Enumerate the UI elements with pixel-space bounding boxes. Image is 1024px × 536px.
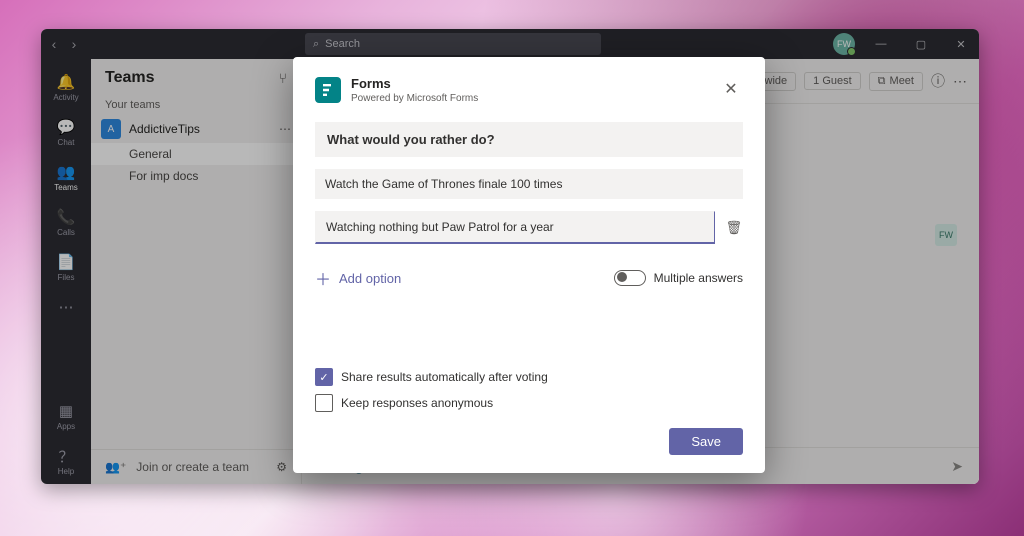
people-add-icon: 👥⁺ [105, 460, 126, 474]
checkbox-unchecked-icon [315, 394, 333, 412]
rail-label: Apps [57, 422, 75, 431]
checkbox-checked-icon: ✓ [315, 368, 333, 386]
rail-item-activity[interactable]: 🔔 Activity [41, 65, 91, 110]
modal-title: Forms [351, 77, 478, 91]
team-more-icon[interactable]: ⋯ [279, 122, 291, 136]
video-icon: ⧉ [878, 75, 886, 88]
trash-icon: 🗑 [726, 220, 743, 236]
more-icon[interactable]: ⋯ [953, 73, 967, 90]
gear-icon[interactable]: ⚙ [276, 460, 287, 474]
nav-back-button[interactable]: ‹ [45, 35, 63, 53]
channel-imp-docs[interactable]: For imp docs [91, 165, 301, 187]
rail-item-calls[interactable]: 📞 Calls [41, 200, 91, 245]
rail-item-files[interactable]: 📄 Files [41, 245, 91, 290]
window-close-button[interactable]: ✕ [947, 34, 975, 54]
team-name: AddictiveTips [129, 122, 200, 136]
forms-modal: Forms Powered by Microsoft Forms ✕ 🗑 ＋ A… [293, 57, 765, 473]
poll-question-input[interactable] [315, 122, 743, 157]
rail-item-chat[interactable]: 💬 Chat [41, 110, 91, 155]
toggle-knob [617, 272, 627, 282]
rail-label: Teams [54, 183, 78, 192]
delete-option-button[interactable]: 🗑 [725, 219, 743, 237]
multiple-answers-toggle[interactable] [614, 270, 646, 286]
rail-label: Files [58, 273, 75, 282]
guest-label: 1 Guest [813, 75, 852, 87]
modal-close-button[interactable]: ✕ [719, 77, 743, 101]
team-avatar: A [101, 119, 121, 139]
apps-icon: ▦ [57, 402, 75, 420]
channel-general[interactable]: General [91, 143, 301, 165]
teams-icon: 👥 [57, 163, 75, 181]
your-teams-label: Your teams [91, 93, 301, 115]
rail-label: Calls [57, 228, 75, 237]
search-icon: ⌕ [313, 38, 319, 51]
join-create-team[interactable]: 👥⁺ Join or create a team ⚙ [91, 449, 301, 484]
rail-item-teams[interactable]: 👥 Teams [41, 155, 91, 200]
rail-item-more[interactable]: ⋯ [41, 290, 91, 324]
ellipsis-icon: ⋯ [57, 298, 75, 316]
channel-label: For imp docs [129, 169, 198, 183]
search-placeholder: Search [325, 38, 360, 50]
keep-anonymous-checkbox[interactable]: Keep responses anonymous [315, 394, 743, 412]
info-icon[interactable]: ⓘ [931, 71, 945, 91]
phone-icon: 📞 [57, 208, 75, 226]
share-results-checkbox[interactable]: ✓ Share results automatically after voti… [315, 368, 743, 386]
add-option-label: Add option [339, 271, 401, 286]
rail-label: Help [58, 467, 74, 476]
help-icon: ？ [57, 447, 75, 465]
bell-icon: 🔔 [57, 73, 75, 91]
poll-option-2-input[interactable] [315, 211, 715, 244]
teams-panel: Teams ⑂ Your teams A AddictiveTips ⋯ Gen… [91, 59, 302, 484]
rail-label: Activity [53, 93, 78, 102]
file-icon: 📄 [57, 253, 75, 271]
avatar[interactable]: FW [833, 33, 855, 55]
keep-anonymous-label: Keep responses anonymous [341, 396, 493, 410]
share-results-label: Share results automatically after voting [341, 370, 548, 384]
filter-icon[interactable]: ⑂ [279, 70, 287, 86]
meet-button[interactable]: ⧉ Meet [869, 72, 923, 91]
join-label: Join or create a team [136, 460, 249, 474]
nav-forward-button[interactable]: › [65, 35, 83, 53]
channel-label: General [129, 147, 172, 161]
plus-icon: ＋ [315, 266, 331, 290]
rail-item-apps[interactable]: ▦ Apps [41, 394, 91, 439]
message-avatar: FW [935, 224, 957, 246]
chat-icon: 💬 [57, 118, 75, 136]
multiple-answers-label: Multiple answers [654, 271, 743, 285]
window-minimize-button[interactable]: — [867, 34, 895, 54]
meet-label: Meet [890, 75, 914, 87]
close-icon: ✕ [724, 79, 737, 99]
search-box[interactable]: ⌕ Search [305, 33, 601, 55]
add-option-button[interactable]: ＋ Add option [315, 266, 401, 290]
rail-label: Chat [58, 138, 75, 147]
save-button[interactable]: Save [669, 428, 743, 455]
rail-item-help[interactable]: ？ Help [41, 439, 91, 484]
window-maximize-button[interactable]: ▢ [907, 34, 935, 54]
team-row[interactable]: A AddictiveTips ⋯ [91, 115, 301, 143]
send-icon[interactable]: ➤ [951, 458, 963, 475]
poll-option-1-input[interactable] [315, 169, 743, 199]
guest-pill[interactable]: 1 Guest [804, 72, 861, 90]
forms-logo-icon [315, 77, 341, 103]
avatar-initials: FW [837, 39, 851, 49]
left-rail: 🔔 Activity 💬 Chat 👥 Teams 📞 Calls 📄 File… [41, 59, 91, 484]
modal-subtitle: Powered by Microsoft Forms [351, 93, 478, 104]
teams-heading: Teams [105, 69, 155, 87]
titlebar: ‹ › ⌕ Search FW — ▢ ✕ [41, 29, 979, 59]
